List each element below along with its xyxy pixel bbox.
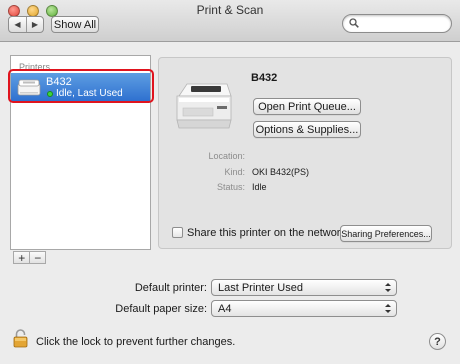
sharing-preferences-button[interactable]: Sharing Preferences...	[340, 225, 432, 242]
default-paper-size-label: Default paper size:	[115, 303, 207, 315]
selection-highlight-outline	[8, 69, 154, 103]
printer-image-icon	[176, 83, 232, 129]
default-printer-value: Last Printer Used	[218, 281, 303, 294]
default-printer-select[interactable]: Last Printer Used	[211, 279, 397, 296]
kind-label: Kind:	[224, 167, 245, 177]
remove-printer-button[interactable]: −	[29, 252, 45, 264]
add-remove-bar: + −	[13, 251, 46, 264]
lock-icon[interactable]	[13, 329, 28, 348]
status-value: Idle	[252, 182, 267, 192]
help-button[interactable]: ?	[429, 333, 446, 350]
default-paper-size-value: A4	[218, 302, 232, 315]
select-arrows-icon	[385, 304, 391, 313]
default-paper-size-select[interactable]: A4	[211, 300, 397, 317]
share-printer-checkbox[interactable]	[172, 227, 183, 238]
location-label: Location:	[208, 151, 245, 161]
search-field[interactable]	[342, 14, 452, 33]
kind-value: OKI B432(PS)	[252, 167, 310, 177]
share-printer-label: Share this printer on the network	[187, 227, 346, 239]
options-supplies-button[interactable]: Options & Supplies...	[253, 121, 361, 138]
title-bar: Print & Scan ◀ ▶ Show All	[0, 0, 460, 42]
lock-message: Click the lock to prevent further change…	[36, 336, 236, 348]
printer-name-heading: B432	[251, 72, 278, 84]
back-arrow-icon[interactable]: ◀	[9, 17, 26, 32]
show-all-button[interactable]: Show All	[51, 16, 99, 33]
default-printer-label: Default printer:	[134, 282, 207, 294]
forward-arrow-icon[interactable]: ▶	[25, 17, 43, 32]
back-forward-control: ◀ ▶	[8, 16, 44, 33]
status-label: Status:	[216, 182, 245, 192]
open-print-queue-button[interactable]: Open Print Queue...	[253, 98, 361, 115]
select-arrows-icon	[385, 283, 391, 292]
search-icon	[349, 18, 359, 28]
add-printer-button[interactable]: +	[14, 252, 29, 264]
